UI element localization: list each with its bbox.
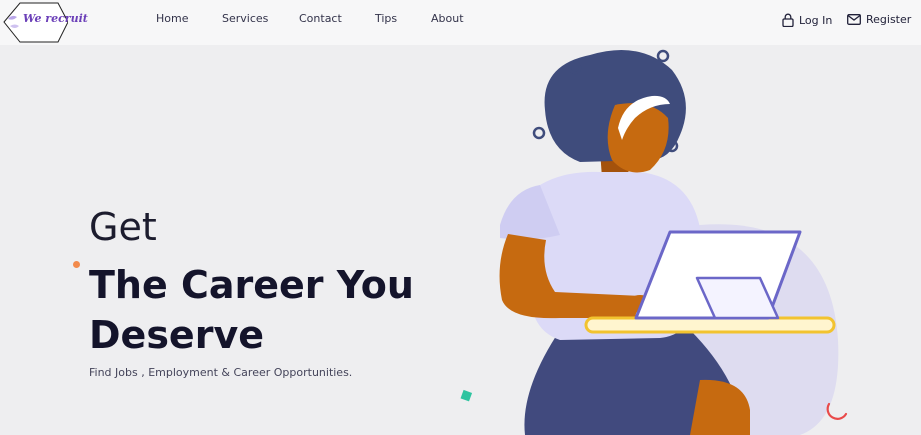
register-link[interactable]: Register (847, 13, 911, 26)
nav-tips[interactable]: Tips (375, 12, 397, 25)
nav-home[interactable]: Home (156, 12, 188, 25)
lock-icon (782, 13, 794, 27)
decorative-diamond (460, 389, 473, 402)
top-navbar: We recruit Home Services Contact Tips Ab… (0, 0, 921, 45)
nav-services[interactable]: Services (222, 12, 268, 25)
envelope-icon (847, 14, 861, 25)
brand-logo[interactable]: We recruit (2, 0, 88, 45)
nav-about[interactable]: About (431, 12, 464, 25)
decorative-dot (73, 261, 80, 268)
hero-illustration (460, 49, 848, 435)
hero-subtitle: Find Jobs , Employment & Career Opportun… (89, 366, 353, 379)
nav-contact[interactable]: Contact (299, 12, 342, 25)
register-label: Register (866, 13, 912, 26)
logo-text: We recruit (23, 12, 88, 25)
hero-title: The Career You Deserve (89, 263, 414, 357)
login-label: Log In (799, 13, 833, 27)
hero-pretitle: Get (89, 205, 157, 249)
login-link[interactable]: Log In (782, 13, 832, 27)
decorative-arc (826, 402, 848, 420)
desk-surface (584, 316, 836, 334)
